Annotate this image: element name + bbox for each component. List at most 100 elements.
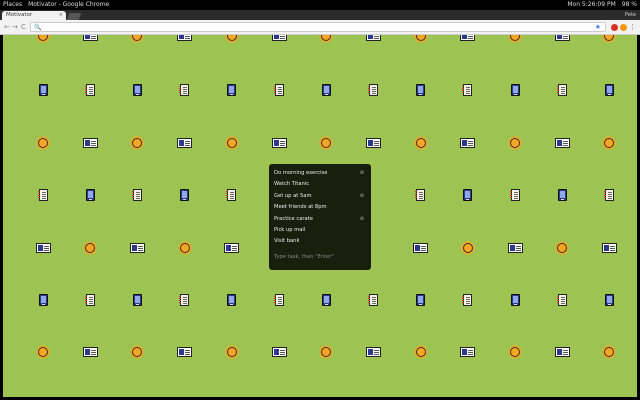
notepad-icon	[367, 294, 378, 306]
remove-task-icon[interactable]: ⊘	[360, 191, 364, 202]
tab-close-icon[interactable]: ×	[59, 11, 63, 20]
pattern-cell	[601, 293, 617, 307]
book-icon	[460, 35, 476, 41]
pattern-cell	[129, 83, 145, 97]
extension-icon-1[interactable]	[611, 24, 618, 31]
pattern-cell	[318, 35, 334, 43]
pattern-cell	[35, 241, 51, 255]
tab-motivator[interactable]: Motivator ×	[2, 11, 66, 20]
page-content: Do morning exercise ⊘ Watch Titanic Get up …	[3, 35, 637, 397]
pattern-cell	[601, 83, 617, 97]
pattern-cell	[507, 83, 523, 97]
pattern-cell	[35, 188, 51, 202]
book-icon	[365, 347, 381, 357]
todo-item[interactable]: Practice carate ⊘	[274, 214, 366, 225]
os-top-bar: Places Motivator - Google Chrome Mon 5:2…	[0, 0, 640, 10]
new-task-input[interactable]	[274, 251, 366, 262]
phone-icon	[604, 84, 614, 96]
pattern-cell	[82, 241, 98, 255]
todo-item-label: Practice carate	[274, 215, 313, 222]
todo-item-label: Get up at 5am	[274, 192, 312, 199]
remove-task-icon[interactable]: ⊘	[360, 168, 364, 179]
pattern-cell	[318, 136, 334, 150]
new-tab-button[interactable]	[66, 13, 82, 20]
battery-status[interactable]: 98 %	[622, 0, 637, 10]
pattern-cell	[318, 293, 334, 307]
notepad-icon	[556, 294, 567, 306]
pattern-cell	[224, 345, 240, 359]
book-icon	[82, 347, 98, 357]
pattern-cell	[507, 241, 523, 255]
browser-toolbar: ← → C 🔍 ★ ⋮	[0, 20, 640, 35]
notepad-icon	[179, 294, 190, 306]
pattern-cell	[35, 83, 51, 97]
tab-title: Motivator	[6, 12, 33, 18]
pattern-cell	[129, 35, 145, 43]
bookmark-star-icon[interactable]: ★	[595, 23, 601, 32]
pattern-cell	[365, 293, 381, 307]
book-icon	[177, 138, 193, 148]
pattern-cell	[82, 188, 98, 202]
pattern-cell	[507, 293, 523, 307]
tab-strip: Motivator × Pete	[0, 10, 640, 20]
pattern-cell	[601, 188, 617, 202]
sun-icon	[510, 138, 520, 148]
pattern-cell	[413, 83, 429, 97]
pattern-cell	[460, 136, 476, 150]
remove-task-icon[interactable]: ⊘	[360, 214, 364, 225]
sun-icon	[321, 347, 332, 357]
clock[interactable]: Mon 5:26:09 PM	[567, 0, 615, 10]
sun-icon	[38, 35, 48, 41]
pattern-cell	[129, 293, 145, 307]
menu-icon[interactable]: ⋮	[629, 22, 636, 32]
places-menu[interactable]: Places	[3, 0, 22, 10]
pattern-cell	[460, 345, 476, 359]
reload-icon[interactable]: C	[21, 23, 26, 31]
sun-icon	[132, 347, 143, 357]
sun-icon	[226, 35, 237, 41]
pattern-cell	[82, 136, 98, 150]
pattern-cell	[601, 345, 617, 359]
pattern-cell	[177, 35, 193, 43]
pattern-cell	[271, 345, 287, 359]
notepad-icon	[84, 84, 95, 96]
pattern-cell	[35, 136, 51, 150]
phone-icon	[321, 294, 331, 306]
pattern-cell	[177, 345, 193, 359]
book-icon	[460, 138, 476, 148]
sun-icon	[415, 35, 426, 41]
todo-item[interactable]: Visit bank	[274, 236, 366, 247]
phone-icon	[510, 84, 520, 96]
pattern-cell	[460, 35, 476, 43]
pattern-cell	[82, 35, 98, 43]
pattern-cell	[177, 136, 193, 150]
notepad-icon	[37, 189, 48, 201]
back-icon[interactable]: ←	[4, 23, 10, 31]
extension-icon-2[interactable]	[620, 24, 627, 31]
todo-item[interactable]: Meet friends at 8pm	[274, 202, 366, 213]
book-icon	[82, 138, 98, 148]
todo-item[interactable]: Pick up mail	[274, 225, 366, 236]
book-icon	[365, 35, 381, 41]
pattern-cell	[82, 293, 98, 307]
todo-item-label: Pick up mail	[274, 226, 306, 233]
pattern-cell	[554, 293, 570, 307]
window-title: Motivator - Google Chrome	[28, 1, 110, 8]
todo-item[interactable]: Watch Titanic	[274, 179, 366, 190]
address-bar[interactable]: 🔍 ★	[30, 22, 606, 32]
pattern-cell	[318, 345, 334, 359]
todo-item[interactable]: Get up at 5am ⊘	[274, 191, 366, 202]
profile-name[interactable]: Pete	[625, 10, 636, 20]
todo-item[interactable]: Do morning exercise ⊘	[274, 168, 366, 179]
notepad-icon	[273, 294, 284, 306]
sun-icon	[510, 35, 520, 41]
phone-icon	[38, 84, 48, 96]
notepad-icon	[556, 84, 567, 96]
sun-icon	[557, 243, 568, 253]
pattern-cell	[129, 241, 145, 255]
pattern-cell	[507, 35, 523, 43]
sun-icon	[510, 347, 520, 357]
forward-icon[interactable]: →	[12, 23, 18, 31]
todo-panel: Do morning exercise ⊘ Watch Titanic Get up …	[269, 164, 371, 270]
book-icon	[35, 243, 51, 253]
